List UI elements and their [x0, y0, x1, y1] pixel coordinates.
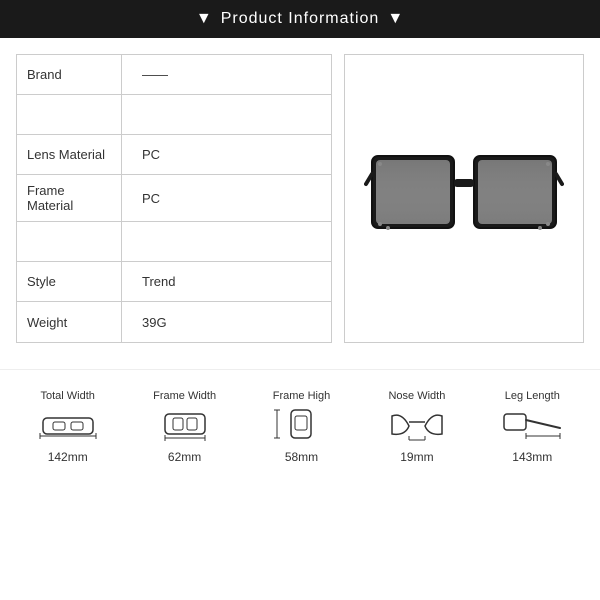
- dim-total-width-label: Total Width: [40, 390, 94, 402]
- table-cell-value: ——: [122, 55, 331, 94]
- table-cell-label: [17, 222, 122, 261]
- table-cell-label: Frame Material: [17, 175, 122, 221]
- dim-leg-length: Leg Length 143mm: [502, 390, 562, 464]
- leg-length-icon: [502, 408, 562, 444]
- dim-frame-width-label: Frame Width: [153, 390, 216, 402]
- info-table: Brand —— Lens Material PC Frame Material…: [16, 54, 332, 343]
- dim-frame-high: Frame High 58mm: [271, 390, 331, 464]
- product-image-box: [344, 54, 584, 343]
- table-cell-label: Weight: [17, 302, 122, 342]
- table-row: Frame Material PC: [17, 175, 331, 222]
- table-cell-value: [122, 222, 331, 261]
- dim-nose-width-label: Nose Width: [388, 390, 445, 402]
- dim-leg-length-value: 143mm: [512, 450, 552, 464]
- header-arrow-right: ▼: [387, 10, 404, 28]
- table-cell-label: Style: [17, 262, 122, 301]
- frame-width-icon: [155, 408, 215, 444]
- nose-width-icon: [387, 408, 447, 444]
- dim-frame-width: Frame Width 62mm: [153, 390, 216, 464]
- dim-frame-width-value: 62mm: [168, 450, 201, 464]
- table-cell-value: PC: [122, 175, 331, 221]
- table-row: [17, 222, 331, 262]
- table-cell-value: Trend: [122, 262, 331, 301]
- total-width-icon: [38, 408, 98, 444]
- dim-leg-length-label: Leg Length: [505, 390, 560, 402]
- table-row: Weight 39G: [17, 302, 331, 342]
- dim-nose-width-value: 19mm: [400, 450, 433, 464]
- table-row: Lens Material PC: [17, 135, 331, 175]
- dim-nose-width: Nose Width 19mm: [387, 390, 447, 464]
- table-row: [17, 95, 331, 135]
- table-cell-value: PC: [122, 135, 331, 174]
- table-cell-label: Brand: [17, 55, 122, 94]
- dim-frame-high-value: 58mm: [285, 450, 318, 464]
- frame-high-icon: [271, 408, 331, 444]
- dim-total-width: Total Width 142mm: [38, 390, 98, 464]
- dimensions-section: Total Width 142mm Frame Width 62mm Frame…: [0, 369, 600, 474]
- page-header: ▼ Product Information ▼: [0, 0, 600, 38]
- table-row: Brand ——: [17, 55, 331, 95]
- table-row: Style Trend: [17, 262, 331, 302]
- sunglasses-image: [364, 139, 564, 259]
- dim-frame-high-label: Frame High: [273, 390, 330, 402]
- table-cell-value: [122, 95, 331, 134]
- dim-total-width-value: 142mm: [48, 450, 88, 464]
- table-cell-value: 39G: [122, 302, 331, 342]
- table-cell-label: [17, 95, 122, 134]
- header-title: Product Information: [221, 10, 380, 28]
- table-cell-label: Lens Material: [17, 135, 122, 174]
- main-content: Brand —— Lens Material PC Frame Material…: [0, 38, 600, 359]
- header-arrow-left: ▼: [196, 10, 213, 28]
